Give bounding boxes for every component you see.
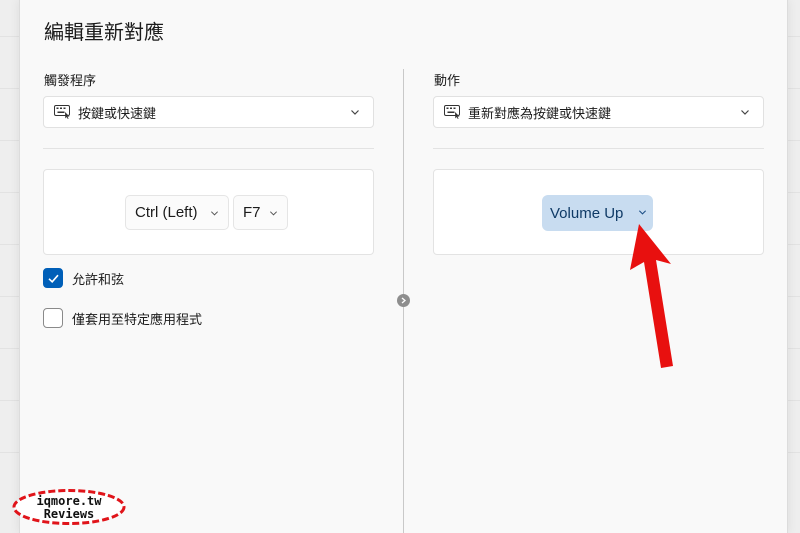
watermark-logo: iqmore.tw Reviews: [12, 489, 126, 525]
allow-chords-option[interactable]: 允許和弦: [43, 268, 124, 288]
trigger-label: 觸發程序: [44, 74, 97, 89]
annotation-arrow-icon: [630, 224, 673, 368]
chevron-down-icon: [210, 211, 219, 216]
allow-chords-checkbox[interactable]: [43, 268, 63, 288]
keyboard-icon: [54, 105, 70, 119]
apply-to-app-label: 僅套用至特定應用程式: [72, 312, 203, 328]
watermark-line1: iqmore.tw: [36, 494, 102, 508]
dialog-title: 編輯重新對應: [44, 20, 164, 44]
action-type-dropdown[interactable]: 重新對應為按鍵或快速鍵: [433, 96, 764, 128]
chevron-down-icon: [638, 210, 647, 215]
checkmark-icon: [47, 274, 59, 283]
action-label: 動作: [434, 74, 461, 89]
trigger-key-label: Ctrl (Left): [135, 204, 198, 221]
separator: [43, 148, 374, 149]
trigger-key-label: F7: [243, 204, 261, 221]
keyboard-icon: [444, 105, 460, 119]
trigger-key-ctrl-button[interactable]: Ctrl (Left): [125, 195, 229, 230]
allow-chords-label: 允許和弦: [72, 272, 125, 288]
target-key-label: Volume Up: [550, 204, 624, 222]
trigger-keys-card: Ctrl (Left) F7: [43, 169, 374, 255]
trigger-type-dropdown[interactable]: 按鍵或快速鍵: [43, 96, 374, 128]
arrow-right-icon: [397, 294, 410, 307]
action-keys-card: Volume Up: [433, 169, 764, 255]
watermark-line2: Reviews: [44, 507, 95, 521]
trigger-type-value: 按鍵或快速鍵: [78, 106, 157, 122]
separator: [433, 148, 764, 149]
trigger-key-f7-button[interactable]: F7: [233, 195, 288, 230]
action-type-value: 重新對應為按鍵或快速鍵: [468, 106, 612, 122]
chevron-down-icon: [741, 110, 749, 115]
apply-to-app-checkbox[interactable]: [43, 308, 63, 328]
chevron-down-icon: [269, 211, 278, 216]
chevron-down-icon: [351, 110, 359, 115]
apply-to-app-option[interactable]: 僅套用至特定應用程式: [43, 308, 202, 328]
